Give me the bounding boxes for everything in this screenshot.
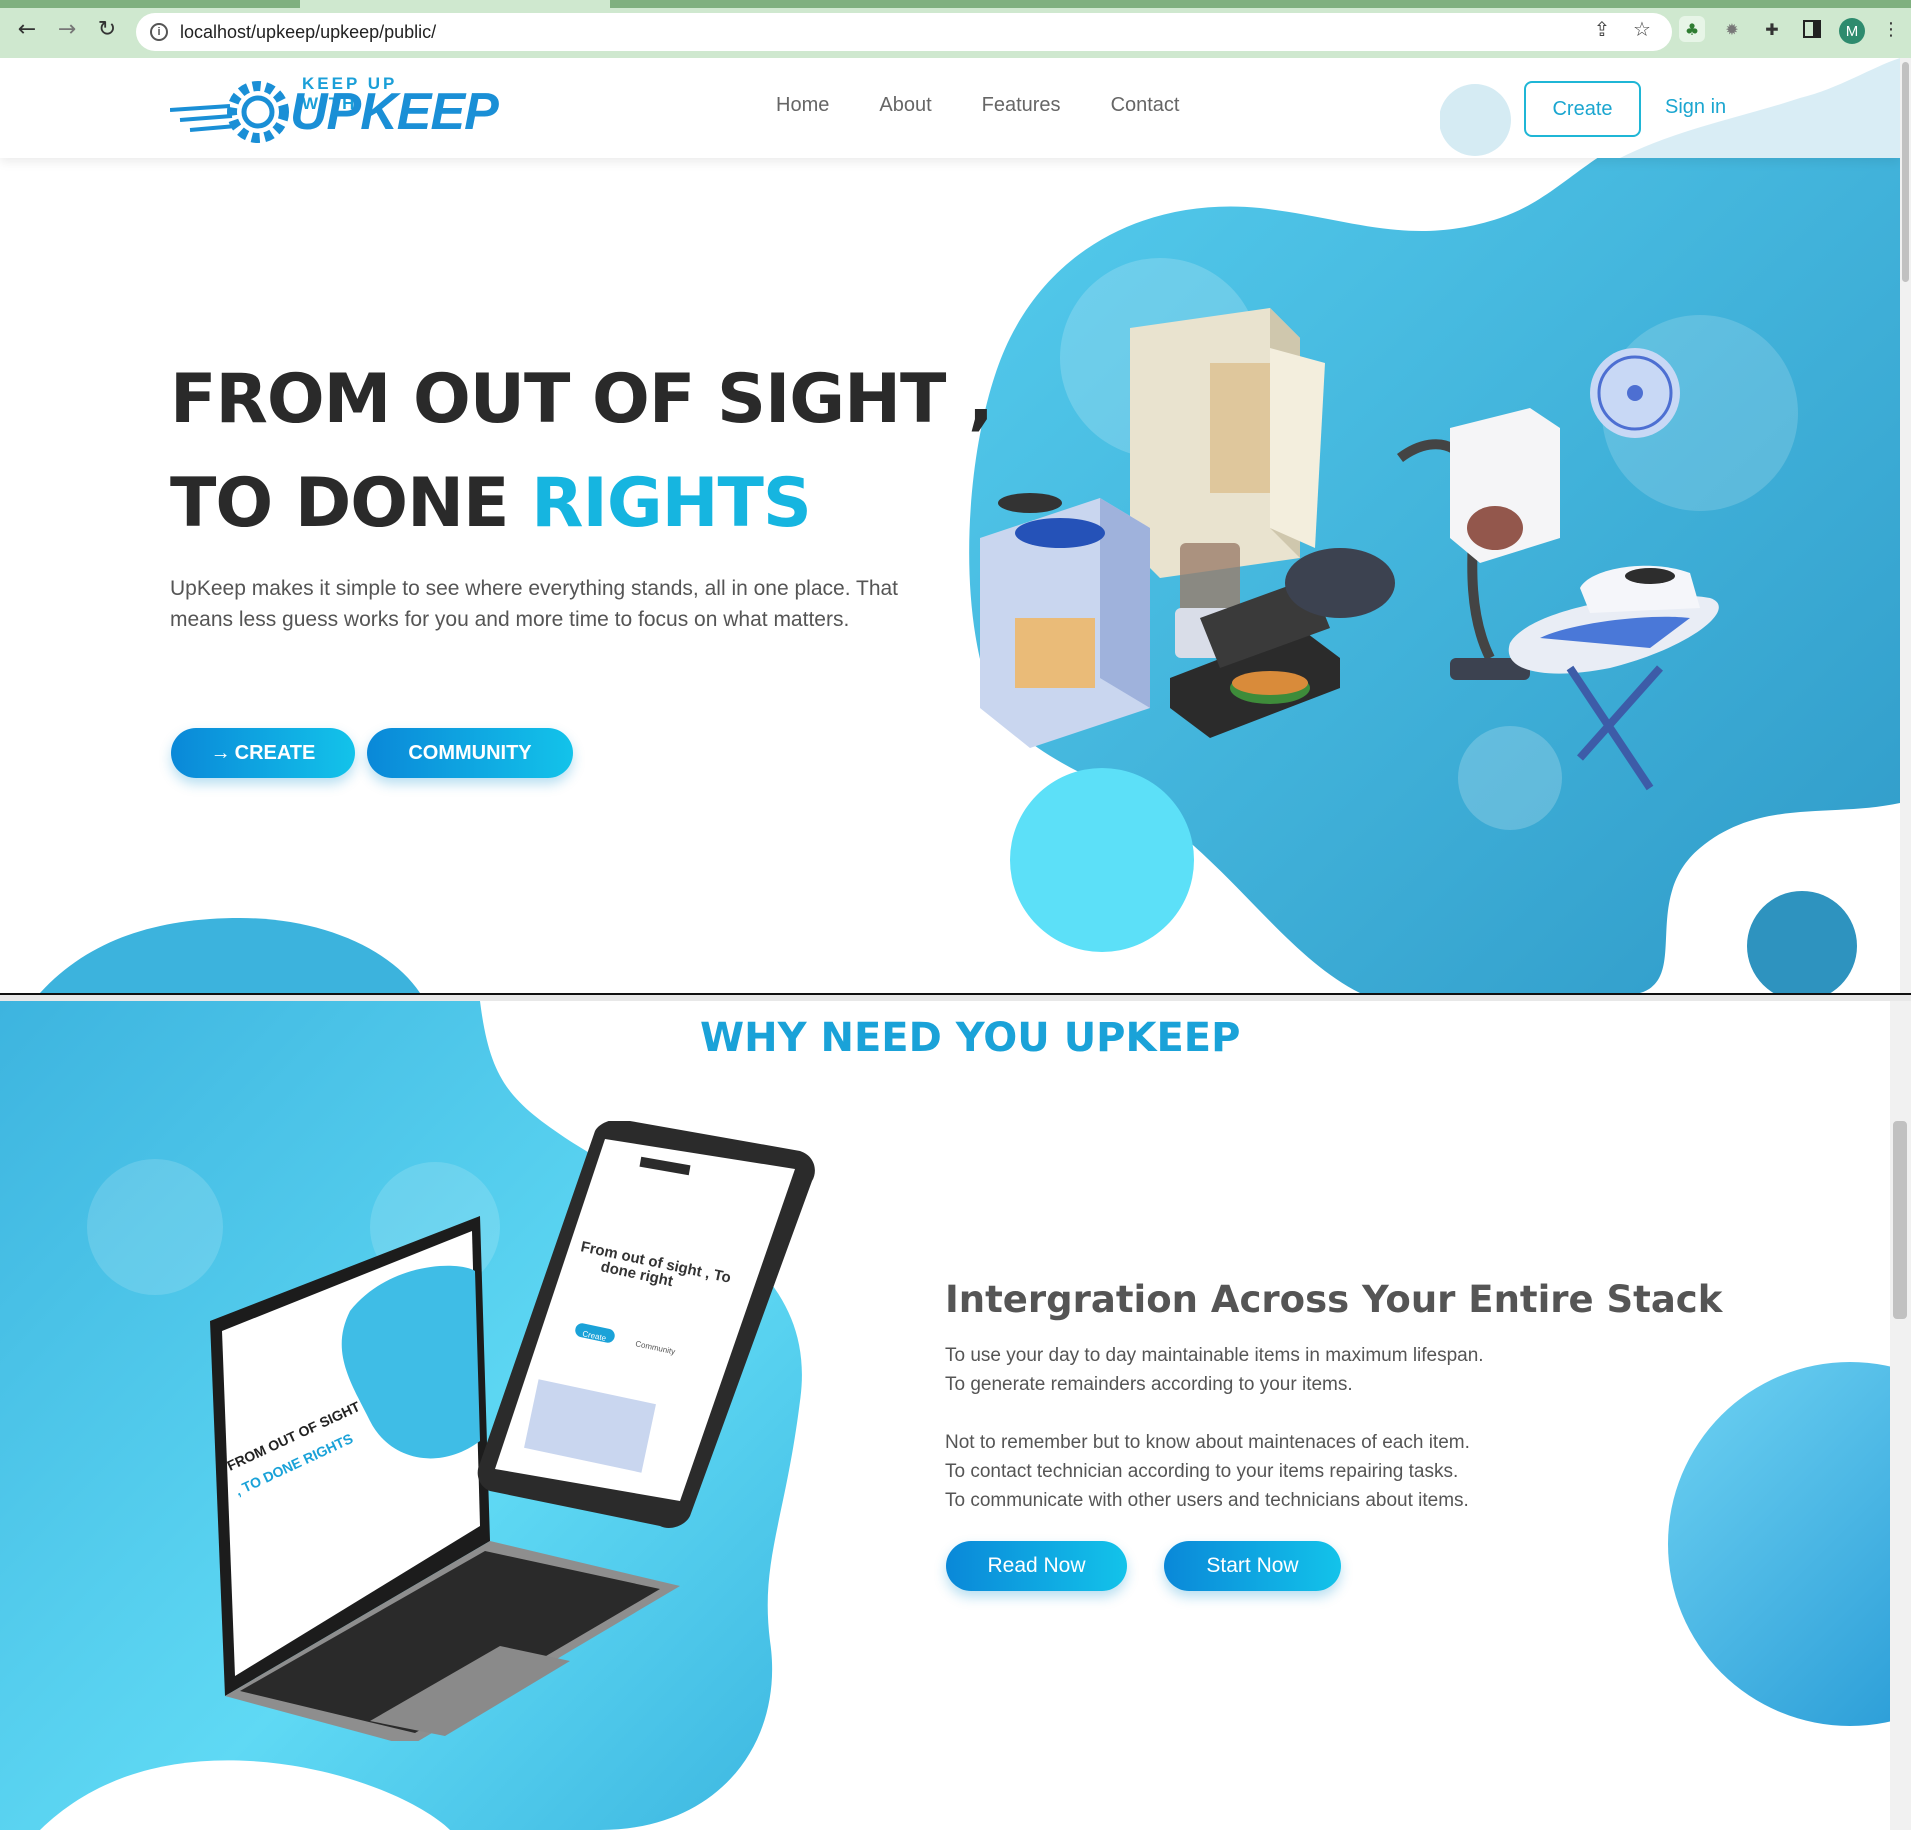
why-viewport: WHY NEED YOU UPKEEP FROM OUT OF SIGHT , … bbox=[0, 1001, 1890, 1830]
site-navbar: KEEP UP WITH UPKEEP Home About Features … bbox=[0, 58, 1900, 158]
hero-title-line2: TO DONE bbox=[170, 464, 532, 543]
forward-icon[interactable]: → bbox=[52, 14, 82, 44]
side-panel-icon[interactable] bbox=[1799, 16, 1825, 42]
address-bar[interactable]: i localhost/upkeep/upkeep/public/ bbox=[136, 13, 1672, 51]
nav-signin-link[interactable]: Sign in bbox=[1665, 96, 1726, 119]
arrow-right-icon: → bbox=[210, 741, 231, 764]
hero-bottom-left-blob bbox=[40, 918, 420, 993]
nav-links: Home About Features Contact bbox=[776, 94, 1180, 117]
extensions-puzzle-icon[interactable]: ✚ bbox=[1759, 16, 1785, 42]
why-right-circle bbox=[1668, 1362, 1890, 1726]
nav-link-home[interactable]: Home bbox=[776, 94, 829, 117]
url-text: localhost/upkeep/upkeep/public/ bbox=[180, 21, 437, 42]
nav-link-features[interactable]: Features bbox=[982, 94, 1061, 117]
back-icon[interactable]: ← bbox=[12, 14, 42, 44]
start-now-button[interactable]: Start Now bbox=[1164, 1541, 1341, 1591]
gear-logo-icon bbox=[170, 81, 289, 143]
nav-link-contact[interactable]: Contact bbox=[1111, 94, 1180, 117]
bookmark-star-icon[interactable]: ☆ bbox=[1627, 14, 1657, 44]
device-mockup-illustration: FROM OUT OF SIGHT , TO DONE RIGHTS From … bbox=[210, 1121, 815, 1741]
integration-text: To use your day to day maintainable item… bbox=[945, 1341, 1484, 1515]
page-scrollbar-top[interactable] bbox=[1900, 58, 1911, 993]
read-now-button[interactable]: Read Now bbox=[946, 1541, 1127, 1591]
hero-community-button[interactable]: COMMUNITY bbox=[367, 728, 573, 778]
html-extension-icon[interactable]: ♣ bbox=[1679, 16, 1705, 42]
hero-description: UpKeep makes it simple to see where ever… bbox=[170, 577, 899, 631]
hero-create-button[interactable]: → CREATE bbox=[171, 728, 355, 778]
tab-strip-left bbox=[0, 0, 300, 8]
hero-title-line1: FROM OUT OF SIGHT , bbox=[170, 360, 994, 439]
integration-heading: Intergration Across Your Entire Stack bbox=[945, 1278, 1723, 1321]
logo-wordmark: UPKEEP bbox=[290, 83, 499, 141]
reason-line: To use your day to day maintainable item… bbox=[945, 1345, 1484, 1366]
reason-line: To generate remainders according to your… bbox=[945, 1374, 1353, 1395]
scroll-thumb-top[interactable] bbox=[1902, 62, 1909, 282]
why-section-title: WHY NEED YOU UPKEEP bbox=[700, 1015, 1241, 1061]
nav-link-about[interactable]: About bbox=[879, 94, 931, 117]
profile-avatar[interactable]: M bbox=[1839, 18, 1865, 44]
share-icon[interactable]: ⇪ bbox=[1587, 14, 1617, 44]
scroll-thumb-bottom[interactable] bbox=[1893, 1121, 1907, 1319]
menu-kebab-icon[interactable]: ⋮ bbox=[1876, 14, 1906, 44]
hero-viewport: KEEP UP WITH UPKEEP Home About Features … bbox=[0, 58, 1900, 993]
screenshot-divider bbox=[0, 993, 1911, 1001]
hero-create-label: CREATE bbox=[234, 741, 316, 764]
ironing-board-illustration bbox=[1508, 565, 1719, 791]
fan-illustration bbox=[1590, 348, 1680, 438]
appliances-illustration bbox=[980, 308, 1719, 791]
tab-strip-right bbox=[610, 0, 1911, 8]
fridge-illustration bbox=[1130, 308, 1325, 578]
page-scrollbar-bottom[interactable] bbox=[1890, 1001, 1911, 1830]
site-info-icon[interactable]: i bbox=[150, 23, 168, 41]
hero-bubble-dark bbox=[1747, 891, 1857, 993]
reason-line: Not to remember but to know about mainte… bbox=[945, 1432, 1470, 1453]
coffee-maker-illustration bbox=[1450, 408, 1560, 563]
reason-line: To contact technician according to your … bbox=[945, 1461, 1459, 1482]
hero-title-accent: RIGHTS bbox=[531, 464, 812, 543]
hero-title: FROM OUT OF SIGHT , TO DONE RIGHTS bbox=[170, 348, 994, 556]
phone-illustration: From out of sight , To done right Create… bbox=[477, 1121, 815, 1528]
reload-icon[interactable]: ↻ bbox=[92, 14, 122, 44]
reason-line: To communicate with other users and tech… bbox=[945, 1490, 1469, 1511]
browser-toolbar: ← → ↻ i localhost/upkeep/upkeep/public/ … bbox=[0, 0, 1911, 58]
nav-create-button[interactable]: Create bbox=[1524, 81, 1641, 137]
stove-illustration bbox=[980, 493, 1150, 748]
bug-extension-icon[interactable]: ✹ bbox=[1719, 16, 1745, 42]
upkeep-logo[interactable]: KEEP UP WITH UPKEEP bbox=[170, 70, 499, 148]
